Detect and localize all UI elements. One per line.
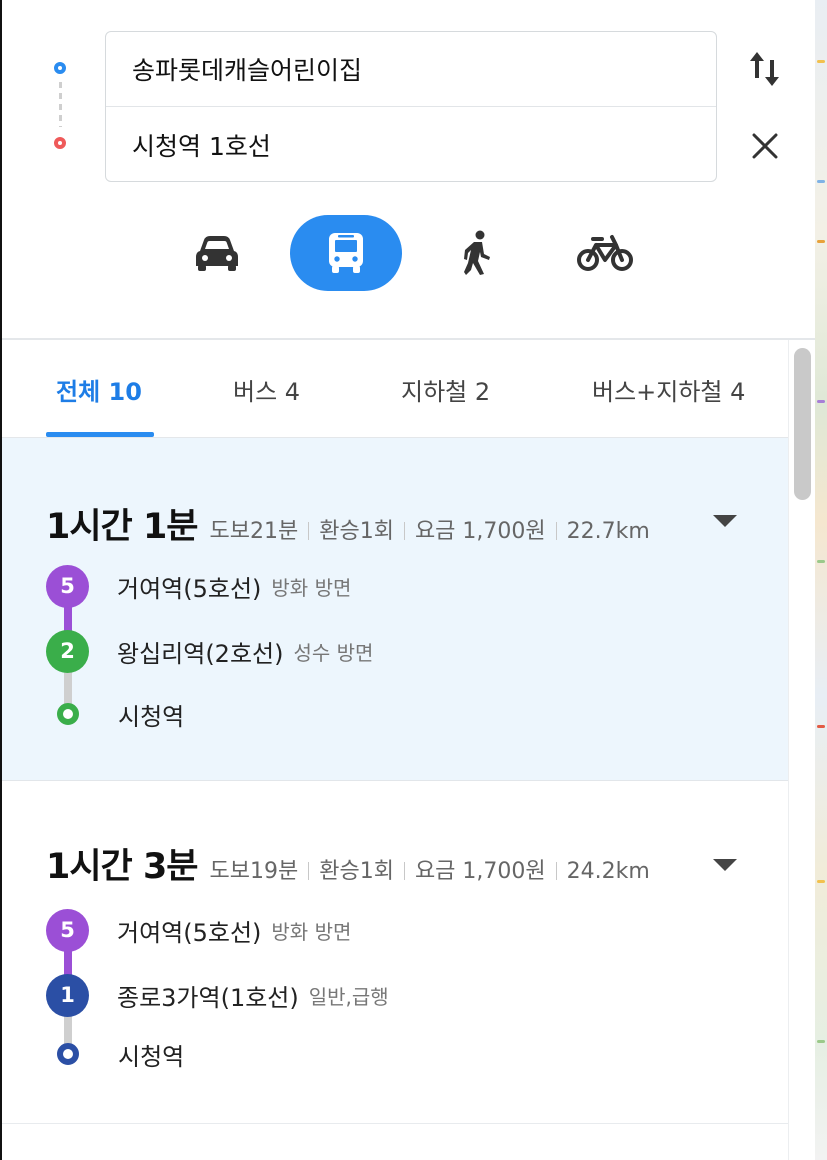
route-duration: 1시간 1분 [46, 507, 198, 547]
fare: 요금 1,700원 [414, 519, 546, 544]
station-name: 왕십리역(2호선) [117, 639, 284, 668]
search-section: 송파롯데캐슬어린이집 시청역 1호선 [2, 0, 815, 340]
line-badge: 2 [46, 629, 89, 673]
mode-bike-button[interactable] [567, 215, 643, 291]
tab-bus-subway[interactable]: 버스+지하철 4 [592, 372, 745, 407]
transfer-count: 환승1회 [319, 519, 394, 544]
route-filter-tabs: 전체 10 버스 4 지하철 2 버스+지하철 4 [2, 340, 788, 438]
route-meta: 도보19분 환승1회 요금 1,700원 24.2km [210, 853, 650, 885]
divider [555, 862, 557, 880]
station-name: 거여역(5호선) [117, 574, 262, 603]
mode-walk-button[interactable] [442, 215, 512, 291]
distance: 22.7km [566, 519, 650, 544]
map-edge[interactable] [815, 0, 827, 1160]
divider [308, 522, 310, 540]
divider [403, 862, 405, 880]
direction: 방화 방면 [271, 575, 352, 600]
tab-subway[interactable]: 지하철 2 [401, 372, 490, 407]
walk-time: 도보21분 [209, 519, 299, 544]
divider [308, 862, 310, 880]
line-badge: 1 [46, 973, 89, 1017]
line-badge: 5 [46, 564, 89, 608]
transit-step: 2 왕십리역(2호선) 성수 방면 [46, 629, 373, 673]
end-station-name: 시청역 [118, 1042, 185, 1071]
transit-step-end: 시청역 [46, 1032, 184, 1076]
tab-bus[interactable]: 버스 4 [233, 372, 300, 407]
mode-bus-button[interactable] [290, 215, 402, 291]
route-meta: 도보21분 환승1회 요금 1,700원 22.7km [210, 513, 650, 545]
route-card[interactable]: 1시간 1분 도보21분 환승1회 요금 1,700원 22.7km 5 거여역… [2, 438, 788, 781]
route-connector [59, 82, 62, 127]
bus-icon [329, 233, 363, 273]
results-scrollbar[interactable] [788, 340, 815, 1160]
end-station-icon [57, 1043, 79, 1065]
transit-step: 1 종로3가역(1호선) 일반,급행 [46, 973, 389, 1017]
transit-step-end: 시청역 [46, 692, 184, 736]
fare: 요금 1,700원 [414, 859, 546, 884]
route-summary: 1시간 3분 도보19분 환승1회 요금 1,700원 24.2km [46, 838, 650, 889]
direction: 방화 방면 [271, 919, 352, 944]
scrollbar-thumb[interactable] [794, 348, 811, 500]
expand-caret-icon[interactable] [713, 859, 737, 871]
mode-car-button[interactable] [178, 215, 256, 291]
active-tab-indicator [46, 432, 154, 437]
divider [403, 522, 405, 540]
origin-marker-icon [54, 62, 66, 74]
origin-text: 송파롯데캐슬어린이집 [132, 56, 363, 85]
directions-panel: 송파롯데캐슬어린이집 시청역 1호선 전체 10 버스 4 지하철 2 버스+지… [0, 0, 815, 1160]
bike-icon [577, 235, 633, 271]
destination-input[interactable]: 시청역 1호선 [106, 107, 716, 182]
transfer-count: 환승1회 [319, 859, 394, 884]
car-icon [196, 236, 238, 271]
station-name: 종로3가역(1호선) [117, 983, 299, 1012]
station-name: 거여역(5호선) [117, 918, 262, 947]
close-icon[interactable] [747, 128, 783, 164]
walk-time: 도보19분 [209, 859, 299, 884]
origin-input[interactable]: 송파롯데캐슬어린이집 [106, 32, 716, 107]
walk-icon [464, 230, 490, 275]
destination-text: 시청역 1호선 [132, 131, 271, 161]
end-station-icon [57, 703, 79, 725]
expand-caret-icon[interactable] [713, 515, 737, 527]
tab-all[interactable]: 전체 10 [56, 372, 142, 407]
transit-step: 5 거여역(5호선) 방화 방면 [46, 908, 351, 952]
direction: 성수 방면 [293, 640, 374, 665]
divider [555, 522, 557, 540]
distance: 24.2km [566, 859, 650, 884]
direction: 일반,급행 [308, 984, 389, 1009]
swap-vertical-icon[interactable] [747, 48, 783, 90]
route-duration: 1시간 3분 [46, 847, 198, 887]
destination-marker-icon [54, 137, 66, 149]
route-card[interactable]: 1시간 3분 도보19분 환승1회 요금 1,700원 24.2km 5 거여역… [2, 782, 788, 1124]
route-input-box: 송파롯데캐슬어린이집 시청역 1호선 [105, 31, 717, 182]
end-station-name: 시청역 [118, 702, 185, 731]
line-badge: 5 [46, 908, 89, 952]
transport-mode-selector [2, 215, 815, 291]
route-summary: 1시간 1분 도보21분 환승1회 요금 1,700원 22.7km [46, 498, 650, 549]
transit-step: 5 거여역(5호선) 방화 방면 [46, 564, 351, 608]
